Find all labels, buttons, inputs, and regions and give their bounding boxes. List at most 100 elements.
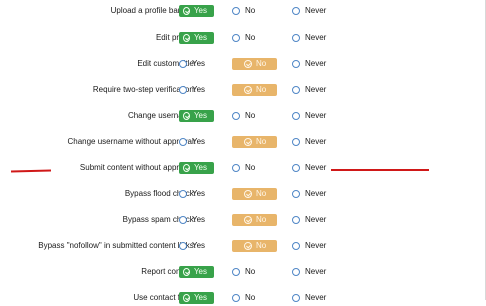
option-label: Yes xyxy=(193,293,207,302)
option-no-radio[interactable]: No xyxy=(232,212,277,228)
option-label: Yes xyxy=(192,59,206,68)
option-never-radio[interactable]: Never xyxy=(292,3,326,19)
option-yes-radio[interactable]: Yes xyxy=(179,134,205,150)
option-label: Never xyxy=(305,6,327,15)
radio-circle-icon xyxy=(179,86,187,94)
check-circle-icon xyxy=(244,138,252,146)
option-no-radio[interactable]: No xyxy=(232,3,255,19)
option-label: Never xyxy=(305,215,327,224)
option-yes-radio[interactable]: Yes xyxy=(179,160,214,176)
option-no-radio[interactable]: No xyxy=(232,56,277,72)
option-no-radio[interactable]: No xyxy=(232,290,255,306)
option-label: No xyxy=(256,137,267,146)
permission-row: Bypass spam check: Yes No Never xyxy=(0,212,486,228)
radio-circle-icon xyxy=(292,86,300,94)
radio-circle-icon xyxy=(232,294,240,302)
check-circle-icon xyxy=(244,216,252,224)
option-yes-radio[interactable]: Yes xyxy=(179,82,205,98)
option-label: No xyxy=(245,33,256,42)
option-label: No xyxy=(256,189,267,198)
option-never-radio[interactable]: Never xyxy=(292,82,326,98)
option-no-radio[interactable]: No xyxy=(232,134,277,150)
option-no-radio[interactable]: No xyxy=(232,82,277,98)
option-label: Never xyxy=(305,189,327,198)
option-no-radio[interactable]: No xyxy=(232,160,255,176)
permission-row: Change username without approval: Yes No Ne… xyxy=(0,134,486,150)
option-label: Yes xyxy=(193,6,207,15)
radio-circle-icon xyxy=(292,112,300,120)
option-no-radio[interactable]: No xyxy=(232,264,255,280)
option-never-radio[interactable]: Never xyxy=(292,186,326,202)
option-label: Yes xyxy=(192,189,206,198)
option-label: No xyxy=(256,59,267,68)
option-never-radio[interactable]: Never xyxy=(292,56,326,72)
option-label: No xyxy=(245,111,256,120)
check-circle-icon xyxy=(244,242,252,250)
option-never-radio[interactable]: Never xyxy=(292,160,326,176)
option-label: No xyxy=(245,6,256,15)
check-circle-icon xyxy=(244,86,252,94)
option-label: Never xyxy=(305,241,327,250)
option-yes-radio[interactable]: Yes xyxy=(179,186,205,202)
radio-circle-icon xyxy=(292,34,300,42)
permissions-page: Upload a profile banner: Yes No Never Edit p… xyxy=(0,0,486,304)
option-yes-radio[interactable]: Yes xyxy=(179,108,214,124)
check-circle-icon xyxy=(183,268,190,276)
permission-row: Use contact form: Yes No Never xyxy=(0,290,486,306)
option-label: Yes xyxy=(193,111,207,120)
check-circle-icon xyxy=(183,164,190,172)
option-yes-radio[interactable]: Yes xyxy=(179,56,205,72)
option-yes-radio[interactable]: Yes xyxy=(179,238,205,254)
annotation-underline-right xyxy=(331,169,429,171)
permission-row: Upload a profile banner: Yes No Never xyxy=(0,3,486,19)
option-never-radio[interactable]: Never xyxy=(292,108,326,124)
option-no-radio[interactable]: No xyxy=(232,108,255,124)
option-never-radio[interactable]: Never xyxy=(292,134,326,150)
option-label: Never xyxy=(305,111,327,120)
option-label: Never xyxy=(305,163,327,172)
option-label: Yes xyxy=(192,137,206,146)
radio-circle-icon xyxy=(292,60,300,68)
option-label: Yes xyxy=(192,241,206,250)
option-yes-radio[interactable]: Yes xyxy=(179,290,214,306)
check-circle-icon xyxy=(183,7,190,15)
option-no-radio[interactable]: No xyxy=(232,30,255,46)
option-label: No xyxy=(256,241,267,250)
option-label: Never xyxy=(305,85,327,94)
option-label: Never xyxy=(305,59,327,68)
option-no-radio[interactable]: No xyxy=(232,186,277,202)
option-yes-radio[interactable]: Yes xyxy=(179,264,214,280)
option-label: Yes xyxy=(193,33,207,42)
option-never-radio[interactable]: Never xyxy=(292,212,326,228)
option-never-radio[interactable]: Never xyxy=(292,238,326,254)
radio-circle-icon xyxy=(179,242,187,250)
option-label: No xyxy=(245,293,256,302)
permission-row: Submit content without approval: Yes No Nev… xyxy=(0,160,486,176)
option-label: Never xyxy=(305,293,327,302)
option-never-radio[interactable]: Never xyxy=(292,264,326,280)
radio-circle-icon xyxy=(232,112,240,120)
permission-row: Edit custom title: Yes No Never xyxy=(0,56,486,72)
radio-circle-icon xyxy=(179,216,187,224)
check-circle-icon xyxy=(244,60,252,68)
option-label: Yes xyxy=(192,215,206,224)
option-yes-radio[interactable]: Yes xyxy=(179,212,205,228)
radio-circle-icon xyxy=(292,294,300,302)
radio-circle-icon xyxy=(292,242,300,250)
option-label: Yes xyxy=(192,85,206,94)
permission-row: Bypass flood check: Yes No Never xyxy=(0,186,486,202)
option-label: Yes xyxy=(193,267,207,276)
option-label: Yes xyxy=(193,163,207,172)
radio-circle-icon xyxy=(292,7,300,15)
radio-circle-icon xyxy=(292,268,300,276)
option-label: No xyxy=(245,163,256,172)
option-no-radio[interactable]: No xyxy=(232,238,277,254)
option-never-radio[interactable]: Never xyxy=(292,290,326,306)
option-label: No xyxy=(256,215,267,224)
option-never-radio[interactable]: Never xyxy=(292,30,326,46)
radio-circle-icon xyxy=(232,34,240,42)
permission-label: Change username without approval: xyxy=(67,137,196,146)
permission-row: Bypass "nofollow" in submitted content l… xyxy=(0,238,486,254)
option-yes-radio[interactable]: Yes xyxy=(179,30,214,46)
option-yes-radio[interactable]: Yes xyxy=(179,3,214,19)
